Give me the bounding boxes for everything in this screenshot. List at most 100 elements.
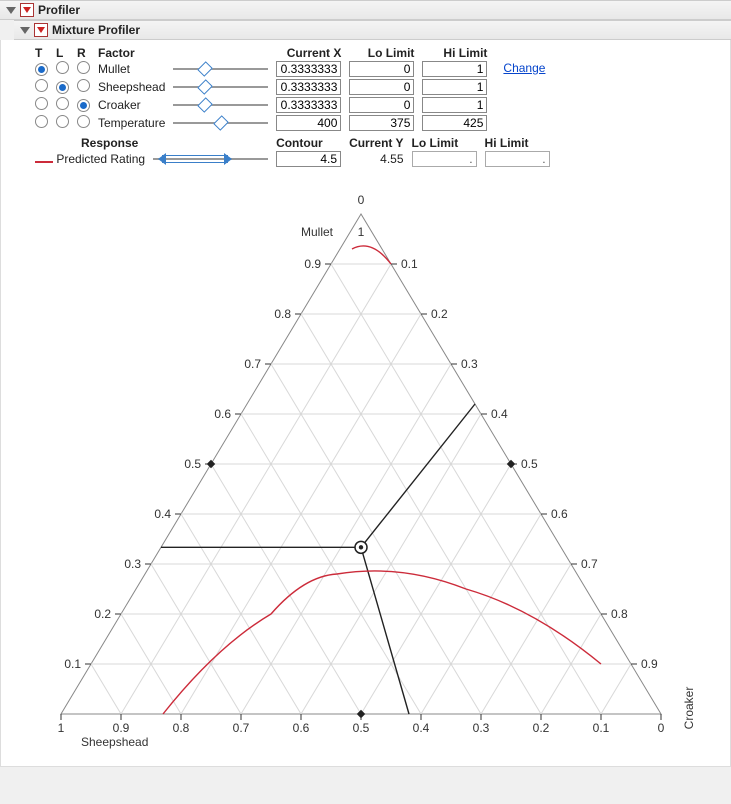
svg-text:0.1: 0.1 [401, 257, 418, 271]
col-currentx: Current X [272, 46, 345, 60]
svg-text:Mullet: Mullet [301, 225, 334, 239]
col-R: R [73, 46, 94, 60]
factor-slider[interactable] [173, 116, 268, 130]
radio-R[interactable] [77, 115, 90, 128]
factor-table: T L R Factor Current X Lo Limit Hi Limit… [31, 46, 549, 132]
svg-text:0.1: 0.1 [64, 657, 81, 671]
svg-text:0.9: 0.9 [113, 721, 130, 735]
hi-input[interactable] [422, 61, 487, 77]
col-lolimit: Lo Limit [345, 46, 418, 60]
svg-text:0.3: 0.3 [461, 357, 478, 371]
currentx-input[interactable] [276, 79, 341, 95]
col-response: Response [31, 136, 149, 150]
svg-text:0.8: 0.8 [611, 607, 628, 621]
svg-text:0.7: 0.7 [244, 357, 261, 371]
contour-input[interactable] [276, 151, 341, 167]
mixture-title: Mixture Profiler [52, 23, 140, 37]
response-name: Predicted Rating [56, 152, 145, 166]
col-L: L [52, 46, 73, 60]
svg-text:Croaker: Croaker [682, 687, 696, 730]
factor-name: Mullet [94, 60, 169, 78]
col-hilimit: Hi Limit [418, 46, 491, 60]
factor-row: Sheepshead [31, 78, 549, 96]
radio-L[interactable] [56, 81, 69, 94]
svg-text:0.3: 0.3 [124, 557, 141, 571]
svg-text:0.7: 0.7 [581, 557, 598, 571]
radio-T[interactable] [35, 97, 48, 110]
radio-T[interactable] [35, 79, 48, 92]
mixture-header[interactable]: Mixture Profiler [14, 20, 731, 40]
lo-input[interactable] [349, 61, 414, 77]
menu-dropdown-icon[interactable] [34, 23, 48, 37]
menu-dropdown-icon[interactable] [20, 3, 34, 17]
radio-R[interactable] [77, 79, 90, 92]
factor-name: Temperature [94, 114, 169, 132]
col-factor: Factor [94, 46, 169, 60]
col-hilimit2: Hi Limit [481, 136, 554, 150]
disclosure-icon[interactable] [6, 7, 16, 14]
radio-R[interactable] [77, 99, 90, 112]
lo-input[interactable] [349, 97, 414, 113]
svg-text:Sheepshead: Sheepshead [81, 735, 148, 749]
lo-input[interactable] [349, 115, 414, 131]
profiler-header[interactable]: Profiler [0, 0, 731, 20]
hi-input[interactable] [422, 97, 487, 113]
svg-text:0.4: 0.4 [154, 507, 171, 521]
svg-text:1: 1 [358, 225, 365, 239]
radio-L[interactable] [56, 97, 69, 110]
factor-slider[interactable] [173, 80, 268, 94]
currenty-value: 4.55 [345, 150, 407, 168]
ternary-svg: 0.1 0.2 0.3 0.4 0.5 0.6 0.7 0.8 0.9 0.1 0.2 0.3 0.4 0… [31, 174, 711, 754]
svg-text:0.6: 0.6 [293, 721, 310, 735]
factor-row: Croaker [31, 96, 549, 114]
svg-text:0.8: 0.8 [274, 307, 291, 321]
svg-text:0.5: 0.5 [184, 457, 201, 471]
svg-text:0.2: 0.2 [533, 721, 550, 735]
radio-L[interactable] [56, 61, 69, 74]
lo-input[interactable] [349, 79, 414, 95]
radio-L[interactable] [56, 115, 69, 128]
radio-T[interactable] [35, 115, 48, 128]
svg-text:0.5: 0.5 [521, 457, 538, 471]
ternary-plot[interactable]: 0.1 0.2 0.3 0.4 0.5 0.6 0.7 0.8 0.9 0.1 0.2 0.3 0.4 0… [31, 174, 711, 754]
svg-text:0.5: 0.5 [353, 721, 370, 735]
response-color-swatch [35, 161, 53, 163]
hi-input[interactable] [422, 115, 487, 131]
svg-text:0.9: 0.9 [304, 257, 321, 271]
svg-text:0.8: 0.8 [173, 721, 190, 735]
svg-text:0.4: 0.4 [491, 407, 508, 421]
col-lolimit2: Lo Limit [408, 136, 481, 150]
svg-text:0.7: 0.7 [233, 721, 250, 735]
currentx-input[interactable] [276, 97, 341, 113]
profiler-title: Profiler [38, 3, 80, 17]
svg-text:0.9: 0.9 [641, 657, 658, 671]
svg-text:0: 0 [358, 193, 365, 207]
resp-lo-input[interactable] [412, 151, 477, 167]
svg-text:0.3: 0.3 [473, 721, 490, 735]
change-link[interactable]: Change [495, 61, 545, 75]
radio-R[interactable] [77, 61, 90, 74]
resp-hi-input[interactable] [485, 151, 550, 167]
factor-name: Croaker [94, 96, 169, 114]
svg-text:1: 1 [58, 721, 65, 735]
col-T: T [31, 46, 52, 60]
disclosure-icon[interactable] [20, 27, 30, 34]
radio-T[interactable] [35, 63, 48, 76]
hi-input[interactable] [422, 79, 487, 95]
svg-text:0.6: 0.6 [214, 407, 231, 421]
factor-slider[interactable] [173, 98, 268, 112]
svg-text:0.2: 0.2 [431, 307, 448, 321]
factor-row: Temperature [31, 114, 549, 132]
factor-slider[interactable] [173, 62, 268, 76]
factor-name: Sheepshead [94, 78, 169, 96]
svg-text:0.2: 0.2 [94, 607, 111, 621]
currentx-input[interactable] [276, 115, 341, 131]
svg-text:0: 0 [658, 721, 665, 735]
response-table: Response Contour Current Y Lo Limit Hi L… [31, 136, 554, 168]
col-currenty: Current Y [345, 136, 407, 150]
contour-range-slider[interactable] [153, 152, 268, 166]
svg-text:0.6: 0.6 [551, 507, 568, 521]
svg-text:0.1: 0.1 [593, 721, 610, 735]
col-contour: Contour [272, 136, 345, 150]
currentx-input[interactable] [276, 61, 341, 77]
